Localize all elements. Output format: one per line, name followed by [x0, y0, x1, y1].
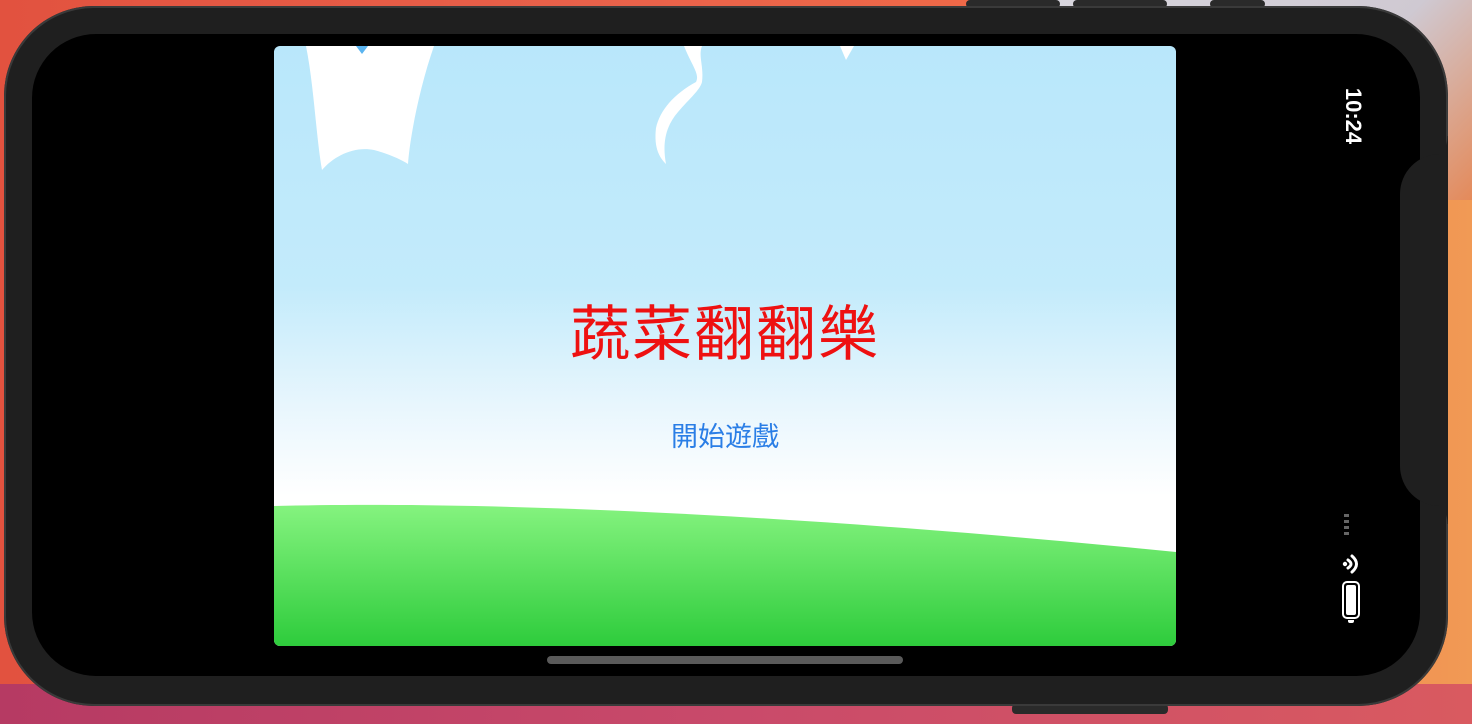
device-screen: 蔬菜翻翻樂 開始遊戲	[32, 34, 1420, 676]
device-frame: 蔬菜翻翻樂 開始遊戲 10:24	[4, 6, 1448, 706]
sensor-notch	[1400, 154, 1448, 506]
start-game-button[interactable]: 開始遊戲	[650, 418, 800, 458]
game-view: 蔬菜翻翻樂 開始遊戲	[274, 46, 1176, 646]
battery-fill	[1346, 585, 1356, 615]
cellular-signal-icon	[1344, 514, 1352, 544]
wifi-icon	[1342, 554, 1358, 574]
home-indicator[interactable]	[547, 656, 903, 664]
battery-tip	[1348, 620, 1354, 623]
notch-corner-bottom	[1422, 498, 1448, 524]
status-time: 10:24	[1341, 87, 1366, 145]
cloud-left	[306, 46, 434, 170]
cloud-middle-tip	[840, 46, 854, 60]
game-title: 蔬菜翻翻樂	[570, 300, 880, 370]
grass-hill	[274, 504, 1176, 646]
cloud-middle	[655, 46, 703, 164]
battery-icon	[1342, 581, 1360, 623]
